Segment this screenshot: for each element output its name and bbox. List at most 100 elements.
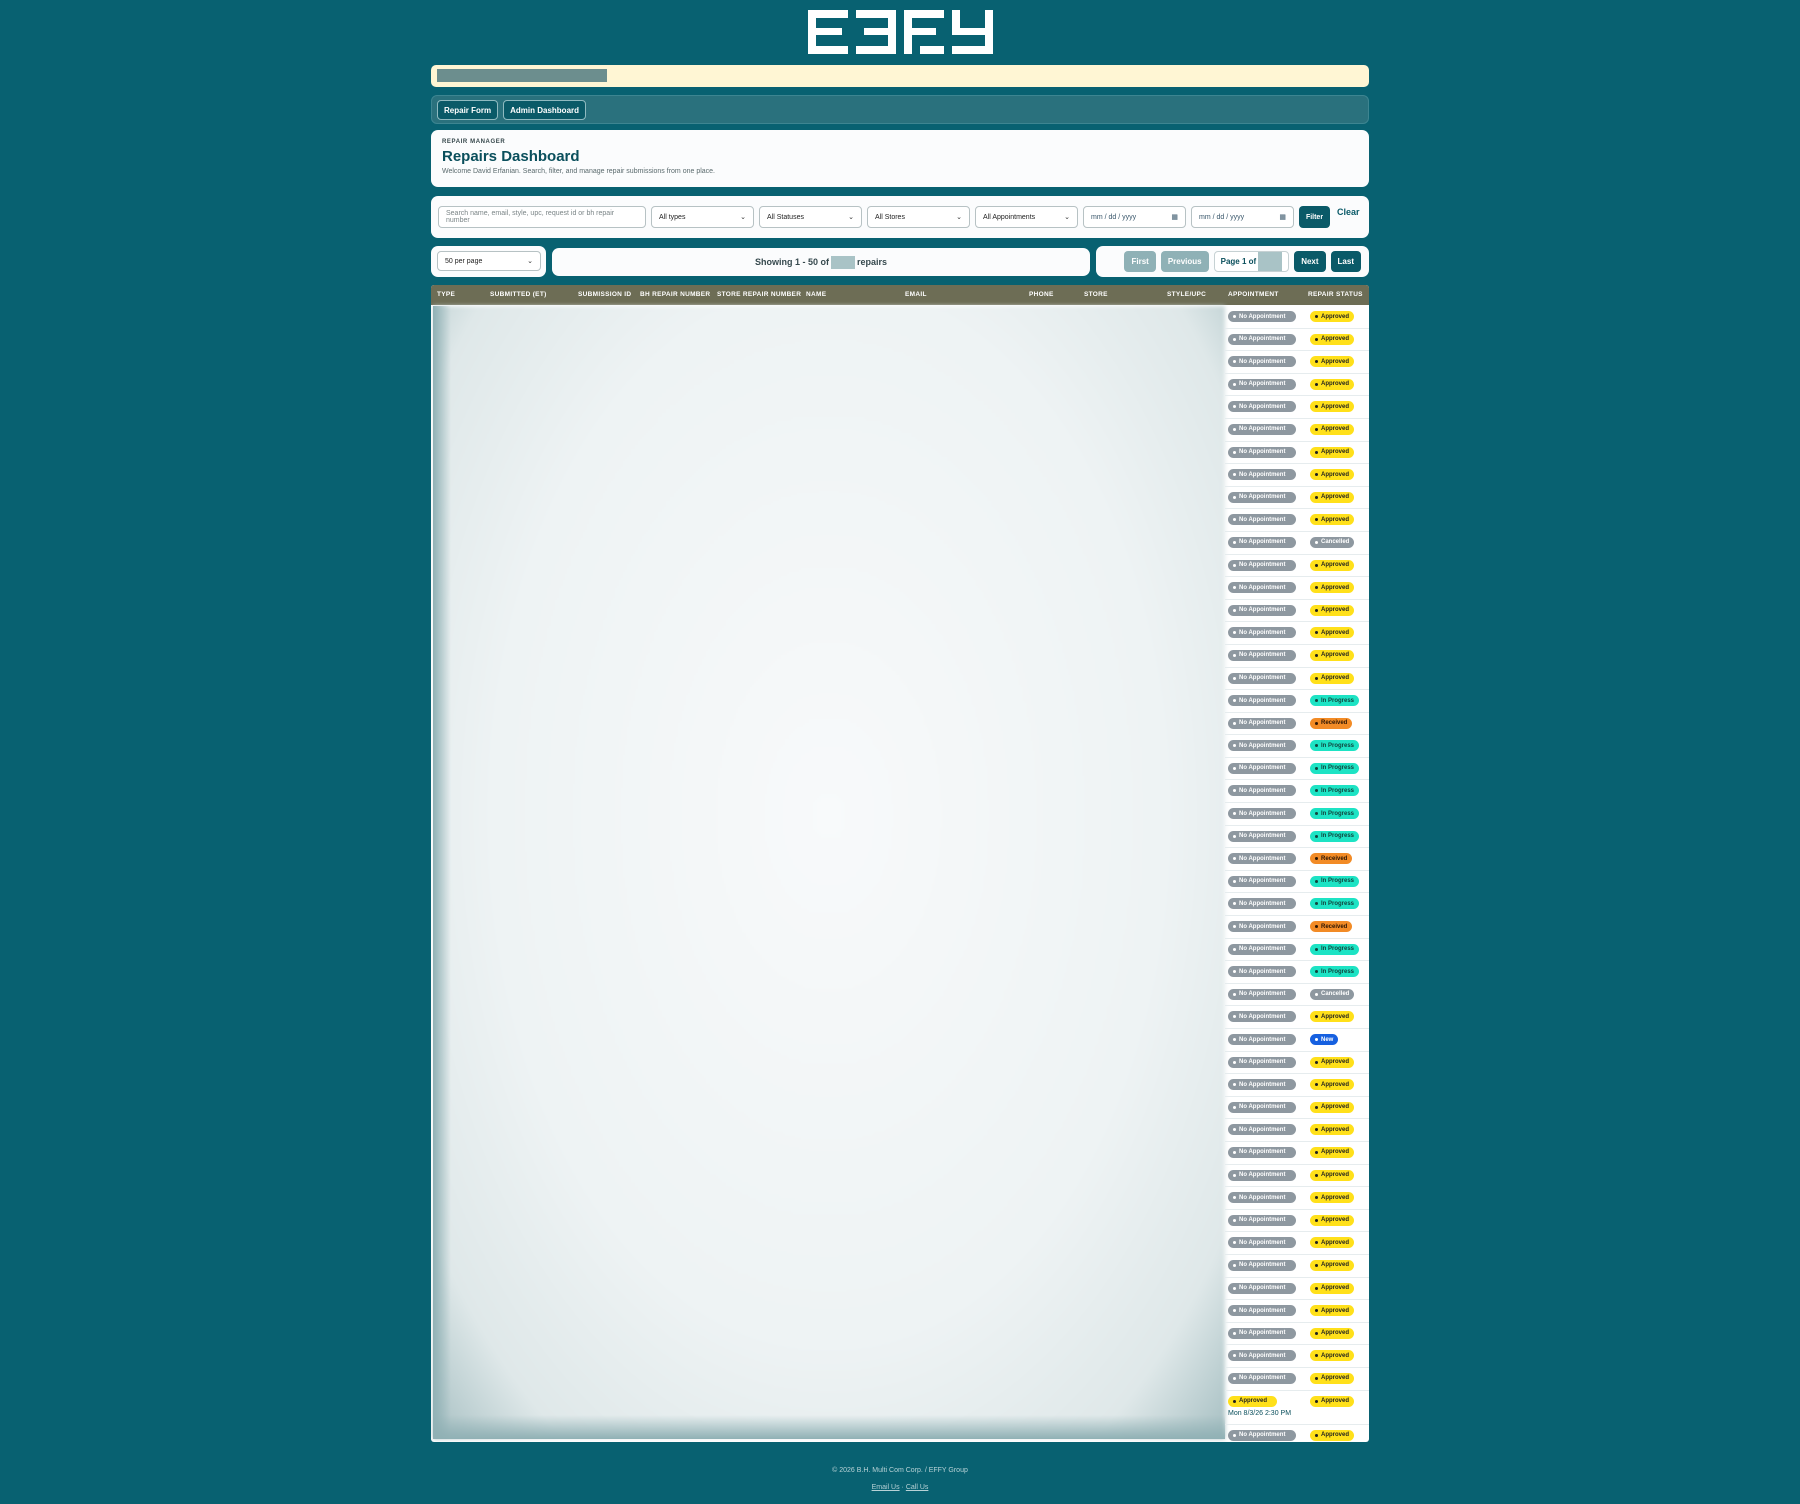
appointment-label: No Appointment <box>1239 697 1286 704</box>
column-header[interactable]: EMAIL <box>905 291 927 298</box>
next-page-button[interactable]: Next <box>1294 251 1326 272</box>
table-row[interactable]: No Appointment Approved <box>1225 1210 1369 1233</box>
table-row[interactable]: No Appointment Approved <box>1225 464 1369 487</box>
date-to-input[interactable]: mm / dd / yyyy ▦ <box>1191 206 1294 228</box>
table-row[interactable]: No Appointment Approved <box>1225 351 1369 374</box>
table-row[interactable]: No Appointment Cancelled <box>1225 532 1369 555</box>
table-row[interactable]: No Appointment Approved <box>1225 1052 1369 1075</box>
date-from-value: mm / dd / yyyy <box>1091 213 1137 221</box>
table-row[interactable]: No Appointment Approved <box>1225 1425 1369 1443</box>
table-row[interactable]: No Appointment Approved <box>1225 1368 1369 1391</box>
status-label: New <box>1321 1036 1334 1043</box>
table-row[interactable]: No Appointment Approved <box>1225 645 1369 668</box>
table-row[interactable]: No Appointment Approved <box>1225 1097 1369 1120</box>
type-select[interactable]: All types ⌄ <box>651 206 754 228</box>
search-input[interactable]: Search name, email, style, upc, request … <box>438 206 646 228</box>
column-header[interactable]: NAME <box>806 291 826 298</box>
appointment-select[interactable]: All Appointments ⌄ <box>975 206 1078 228</box>
per-page-select[interactable]: 50 per page ⌄ <box>437 251 541 271</box>
table-row[interactable]: No Appointment In Progress <box>1225 961 1369 984</box>
table-row[interactable]: No Appointment Approved <box>1225 374 1369 397</box>
table-row[interactable]: No Appointment Approved <box>1225 1165 1369 1188</box>
column-header[interactable]: SUBMITTED (ET) <box>490 291 547 298</box>
table-row[interactable]: No Appointment Received <box>1225 848 1369 871</box>
table-row[interactable]: No Appointment In Progress <box>1225 780 1369 804</box>
status-dot-icon <box>1315 1038 1318 1041</box>
appointment-badge: No Appointment <box>1228 695 1296 707</box>
table-row[interactable]: No Appointment Approved <box>1225 1119 1369 1142</box>
column-header[interactable]: STYLE/UPC <box>1167 291 1206 298</box>
repair-status-badge: Approved <box>1310 1192 1355 1204</box>
table-row[interactable]: No Appointment Approved <box>1225 509 1369 532</box>
status-label: Approved <box>1321 675 1350 681</box>
table-row[interactable]: No Appointment Approved <box>1225 1345 1369 1368</box>
table-row[interactable]: No Appointment Approved <box>1225 419 1369 442</box>
status-dot-icon <box>1233 337 1236 341</box>
column-header[interactable]: BH REPAIR NUMBER <box>640 291 710 298</box>
effy-logo[interactable] <box>808 10 993 54</box>
table-row[interactable]: No Appointment Received <box>1225 916 1369 939</box>
table-row[interactable]: No Appointment Approved <box>1225 487 1369 510</box>
status-dot-icon <box>1315 1105 1318 1109</box>
table-row[interactable]: No Appointment Approved <box>1225 1300 1369 1323</box>
table-row[interactable]: Approved Mon 8/3/26 2:30 PM Approved <box>1225 1391 1369 1425</box>
table-row[interactable]: No Appointment Approved <box>1225 1255 1369 1278</box>
repair-status-badge: Approved <box>1310 1011 1355 1023</box>
column-header[interactable]: STORE <box>1084 291 1108 298</box>
clear-button[interactable]: Clear <box>1337 207 1360 217</box>
table-row[interactable]: No Appointment Approved <box>1225 442 1369 465</box>
table-row[interactable]: No Appointment New <box>1225 1029 1369 1052</box>
previous-page-button[interactable]: Previous <box>1160 251 1209 272</box>
table-row[interactable]: No Appointment Approved <box>1225 555 1369 578</box>
table-row[interactable]: No Appointment Approved <box>1225 1278 1369 1301</box>
store-select[interactable]: All Stores ⌄ <box>867 206 970 228</box>
first-page-button[interactable]: First <box>1124 251 1156 272</box>
table-row[interactable]: No Appointment In Progress <box>1225 826 1369 849</box>
table-row[interactable]: No Appointment In Progress <box>1225 939 1369 962</box>
table-row[interactable]: No Appointment Approved <box>1225 577 1369 600</box>
appointment-label: No Appointment <box>1239 1036 1286 1043</box>
status-label: Approved <box>1321 1330 1350 1337</box>
column-header[interactable]: STORE REPAIR NUMBER <box>717 291 801 298</box>
status-label: In Progress <box>1321 787 1355 794</box>
table-row[interactable]: No Appointment Approved <box>1225 1232 1369 1255</box>
call-us-link[interactable]: Call Us <box>906 1484 929 1491</box>
table-row[interactable]: No Appointment Approved <box>1225 1074 1369 1097</box>
table-row[interactable]: No Appointment In Progress <box>1225 803 1369 826</box>
table-row[interactable]: No Appointment In Progress <box>1225 758 1369 781</box>
appointment-label: No Appointment <box>1239 652 1286 659</box>
column-header[interactable]: PHONE <box>1029 291 1054 298</box>
table-row[interactable]: No Appointment Cancelled <box>1225 984 1369 1007</box>
table-row[interactable]: No Appointment Approved <box>1225 306 1369 329</box>
table-row[interactable]: No Appointment Approved <box>1225 600 1369 623</box>
appointment-label: No Appointment <box>1239 946 1286 953</box>
column-header[interactable]: APPOINTMENT <box>1228 291 1279 298</box>
table-row[interactable]: No Appointment Approved <box>1225 1187 1369 1210</box>
table-row[interactable]: No Appointment Approved <box>1225 1006 1369 1029</box>
table-row[interactable]: No Appointment Approved <box>1225 668 1369 691</box>
status-select[interactable]: All Statuses ⌄ <box>759 206 862 228</box>
last-page-button[interactable]: Last <box>1330 251 1361 272</box>
column-header[interactable]: SUBMISSION ID <box>578 291 631 298</box>
table-row[interactable]: No Appointment Approved <box>1225 1142 1369 1165</box>
email-us-link[interactable]: Email Us <box>872 1484 900 1491</box>
table-row[interactable]: No Appointment Approved <box>1225 396 1369 419</box>
appointment-badge: No Appointment <box>1228 1192 1296 1204</box>
column-header[interactable]: REPAIR STATUS <box>1308 291 1363 298</box>
table-row[interactable]: No Appointment In Progress <box>1225 871 1369 894</box>
column-header[interactable]: TYPE <box>437 291 455 298</box>
table-row[interactable]: No Appointment Approved <box>1225 329 1369 352</box>
date-from-input[interactable]: mm / dd / yyyy ▦ <box>1083 206 1186 228</box>
admin-dashboard-button[interactable]: Admin Dashboard <box>503 100 587 120</box>
status-dot-icon <box>1233 1038 1236 1041</box>
status-label: Approved <box>1321 471 1350 478</box>
table-row[interactable]: No Appointment In Progress <box>1225 690 1369 713</box>
table-row[interactable]: No Appointment Approved <box>1225 622 1369 645</box>
table-row[interactable]: No Appointment Approved <box>1225 1323 1369 1346</box>
status-label: In Progress <box>1321 968 1355 975</box>
table-row[interactable]: No Appointment In Progress <box>1225 735 1369 758</box>
table-row[interactable]: No Appointment Received <box>1225 713 1369 736</box>
repair-form-button[interactable]: Repair Form <box>437 100 499 120</box>
filter-button[interactable]: Filter <box>1299 206 1330 228</box>
table-row[interactable]: No Appointment In Progress <box>1225 893 1369 917</box>
